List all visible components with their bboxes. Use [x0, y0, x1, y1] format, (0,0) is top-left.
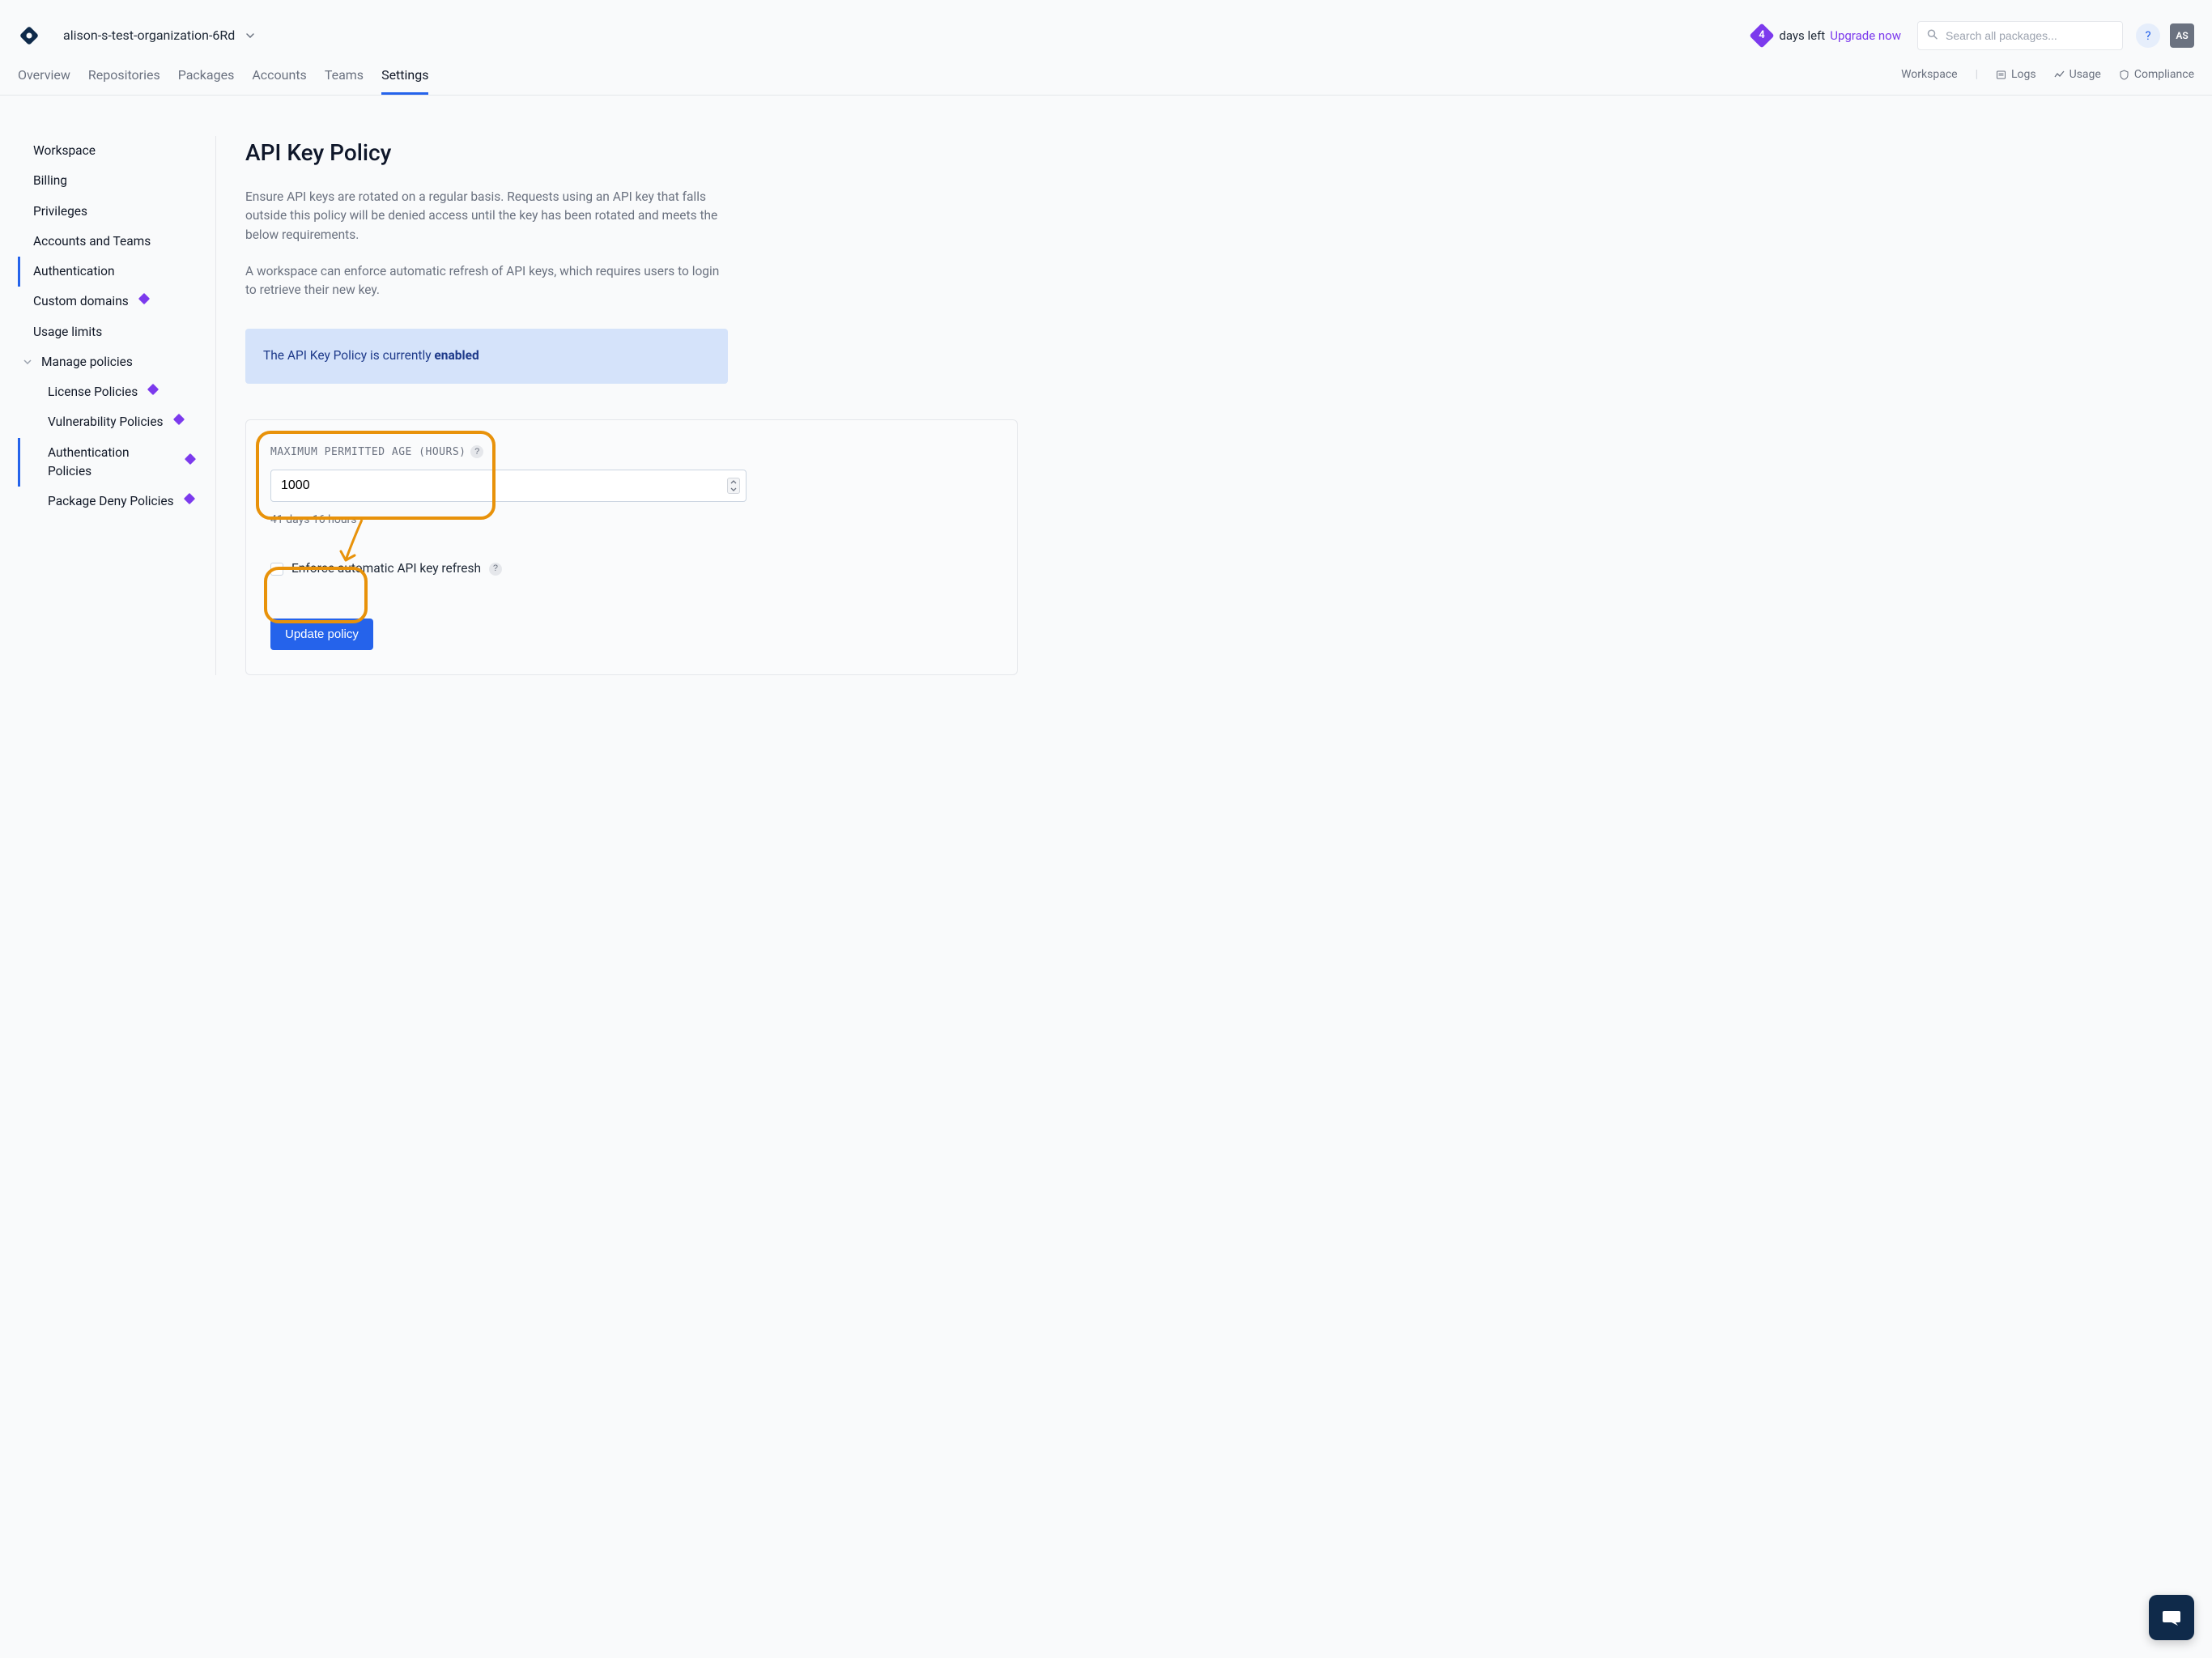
nav-bar: Overview Repositories Packages Accounts … — [0, 55, 2212, 96]
sidebar-item-manage-policies[interactable]: Manage policies — [18, 347, 207, 377]
help-icon[interactable]: ? — [470, 445, 483, 458]
form-label-text: MAXIMUM PERMITTED AGE (HOURS) — [270, 444, 466, 461]
premium-badge-icon — [147, 384, 159, 395]
chat-icon — [2161, 1607, 2182, 1628]
sidebar-item-vulnerability-policies[interactable]: Vulnerability Policies — [18, 407, 207, 437]
premium-badge-icon — [172, 414, 184, 425]
avatar[interactable]: AS — [2170, 23, 2194, 48]
sidebar: Workspace Billing Privileges Accounts an… — [18, 136, 216, 675]
header: alison-s-test-organization-6Rd 4 days le… — [0, 0, 2212, 55]
sidebar-item-usage-limits[interactable]: Usage limits — [18, 317, 207, 347]
chevron-down-icon — [246, 33, 254, 38]
sidebar-item-workspace[interactable]: Workspace — [18, 136, 207, 166]
search-icon — [1927, 27, 1938, 45]
sidebar-item-label: Package Deny Policies — [48, 492, 174, 511]
nav-logs-label: Logs — [2011, 66, 2036, 83]
sidebar-item-authentication[interactable]: Authentication — [18, 257, 207, 287]
sidebar-item-label: Authentication — [33, 262, 115, 281]
org-selector[interactable]: alison-s-test-organization-6Rd — [63, 26, 254, 45]
enforce-checkbox[interactable] — [270, 563, 283, 576]
org-name: alison-s-test-organization-6Rd — [63, 26, 235, 45]
update-policy-button[interactable]: Update policy — [270, 619, 373, 650]
form-label: MAXIMUM PERMITTED AGE (HOURS) ? — [270, 444, 993, 461]
tab-settings[interactable]: Settings — [381, 55, 428, 95]
sidebar-item-label: License Policies — [48, 383, 138, 402]
sidebar-item-label: Billing — [33, 172, 67, 190]
logs-icon — [1996, 70, 2006, 80]
premium-badge-icon — [184, 493, 195, 504]
sidebar-item-label: Workspace — [33, 142, 96, 160]
premium-badge-icon — [185, 453, 196, 465]
tab-packages[interactable]: Packages — [178, 55, 235, 95]
content: API Key Policy Ensure API keys are rotat… — [216, 136, 1018, 675]
sidebar-item-privileges[interactable]: Privileges — [18, 197, 207, 227]
nav-compliance[interactable]: Compliance — [2119, 66, 2194, 83]
checkbox-row: Enforce automatic API key refresh ? — [270, 559, 993, 578]
sidebar-item-accounts-teams[interactable]: Accounts and Teams — [18, 227, 207, 257]
chevron-down-icon — [23, 359, 32, 364]
page-title: API Key Policy — [245, 136, 1018, 170]
tab-overview[interactable]: Overview — [18, 55, 70, 95]
tab-teams[interactable]: Teams — [325, 55, 364, 95]
sidebar-item-package-deny-policies[interactable]: Package Deny Policies — [18, 487, 207, 517]
main: Workspace Billing Privileges Accounts an… — [0, 96, 2212, 716]
checkbox-label: Enforce automatic API key refresh — [291, 559, 481, 578]
tab-repositories[interactable]: Repositories — [88, 55, 160, 95]
chat-widget-button[interactable] — [2149, 1595, 2194, 1640]
premium-badge-icon — [138, 293, 150, 304]
sidebar-item-label: Accounts and Teams — [33, 232, 151, 251]
sidebar-item-authentication-policies[interactable]: Authentication Policies — [18, 438, 207, 487]
divider: | — [1976, 66, 1978, 83]
trial-label: days left — [1779, 27, 1825, 45]
sidebar-item-label: Authentication Policies — [48, 444, 175, 482]
sidebar-item-billing[interactable]: Billing — [18, 166, 207, 196]
sidebar-item-label: Usage limits — [33, 323, 102, 342]
max-age-input[interactable] — [270, 470, 747, 502]
nav-workspace-label: Workspace — [1901, 66, 1958, 83]
logo-icon — [18, 24, 40, 47]
help-button[interactable]: ? — [2136, 23, 2160, 48]
sidebar-item-custom-domains[interactable]: Custom domains — [18, 287, 207, 317]
sidebar-item-label: Vulnerability Policies — [48, 413, 164, 432]
trial-badge: 4 — [1750, 23, 1775, 48]
nav-logs[interactable]: Logs — [1996, 66, 2036, 83]
tab-accounts[interactable]: Accounts — [252, 55, 306, 95]
sidebar-item-label: Custom domains — [33, 292, 129, 311]
banner-status: enabled — [434, 348, 479, 363]
nav-usage-label: Usage — [2069, 66, 2101, 83]
sidebar-item-label: Privileges — [33, 202, 87, 221]
number-spinner[interactable] — [727, 478, 740, 494]
sidebar-item-label: Manage policies — [41, 353, 133, 372]
usage-icon — [2054, 70, 2065, 80]
banner-prefix: The API Key Policy is currently — [263, 348, 434, 363]
form-card: MAXIMUM PERMITTED AGE (HOURS) ? 41 days … — [245, 419, 1018, 676]
search-input[interactable] — [1917, 21, 2123, 50]
page-desc-1: Ensure API keys are rotated on a regular… — [245, 188, 731, 244]
nav-compliance-label: Compliance — [2134, 66, 2194, 83]
compliance-icon — [2119, 70, 2129, 80]
nav-usage[interactable]: Usage — [2054, 66, 2101, 83]
page-desc-2: A workspace can enforce automatic refres… — [245, 262, 731, 300]
trial-days: 4 — [1759, 28, 1765, 44]
helper-text: 41 days 16 hours — [270, 512, 993, 529]
search-wrap — [1917, 21, 2123, 50]
help-icon[interactable]: ? — [489, 563, 502, 576]
upgrade-link[interactable]: Upgrade now — [1830, 27, 1901, 45]
info-banner: The API Key Policy is currently enabled — [245, 329, 728, 383]
sidebar-item-license-policies[interactable]: License Policies — [18, 377, 207, 407]
